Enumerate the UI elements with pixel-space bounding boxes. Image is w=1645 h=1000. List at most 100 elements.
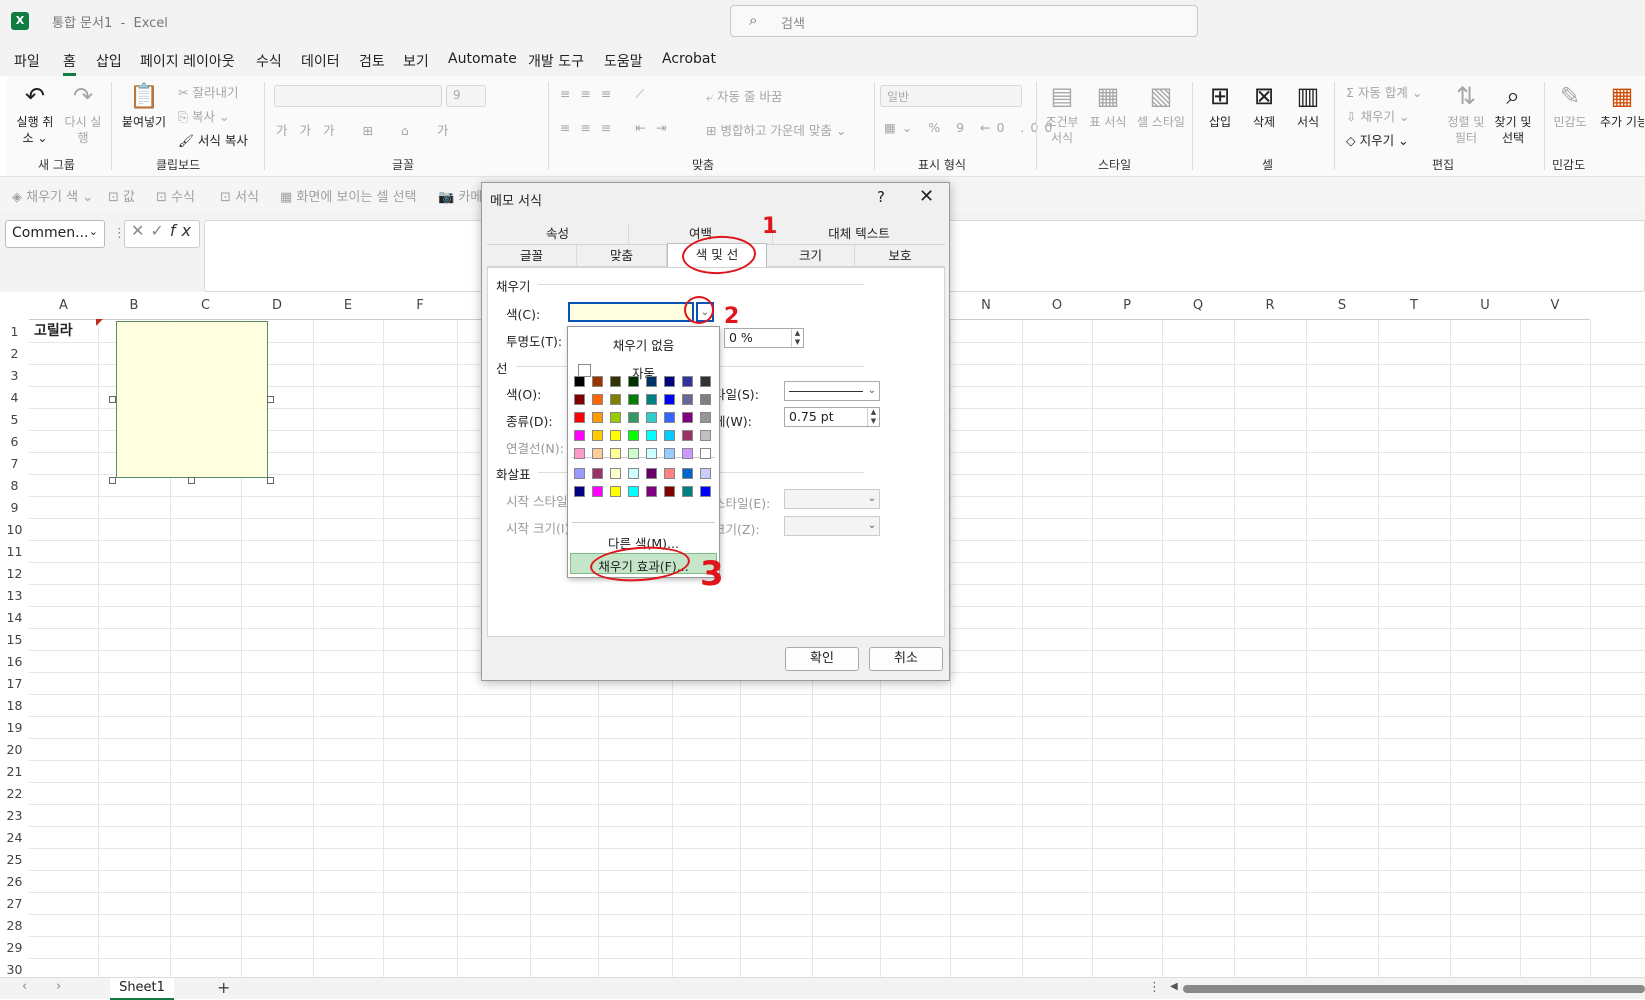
color-swatch[interactable] bbox=[574, 376, 585, 387]
color-swatch[interactable] bbox=[592, 486, 603, 497]
menu-tab-9[interactable]: 개발 도구 bbox=[528, 51, 584, 71]
color-swatch[interactable] bbox=[682, 486, 693, 497]
row-header[interactable]: 5 bbox=[0, 412, 29, 427]
sheet-tab[interactable]: Sheet1 bbox=[110, 978, 174, 1000]
close-button[interactable]: ✕ bbox=[919, 186, 934, 207]
color-swatch[interactable] bbox=[628, 468, 639, 479]
column-header[interactable]: Q bbox=[1162, 292, 1234, 320]
row-header[interactable]: 13 bbox=[0, 588, 29, 603]
color-swatch[interactable] bbox=[700, 486, 711, 497]
fill-button[interactable]: ⇩ 채우기 ⌄ bbox=[1346, 106, 1409, 125]
row-header[interactable]: 21 bbox=[0, 764, 29, 779]
row-header[interactable]: 16 bbox=[0, 654, 29, 669]
qat-paste-formatting[interactable]: ⊡ 서식 bbox=[220, 186, 259, 205]
row-header[interactable]: 2 bbox=[0, 346, 29, 361]
color-swatch[interactable] bbox=[628, 430, 639, 441]
delete-cells-button[interactable]: ⊠ 삭제 bbox=[1244, 82, 1284, 130]
color-swatch[interactable] bbox=[664, 448, 675, 459]
help-button[interactable]: ? bbox=[877, 188, 885, 206]
menu-tab-5[interactable]: 데이터 bbox=[301, 51, 340, 71]
row-header[interactable]: 22 bbox=[0, 786, 29, 801]
format-as-table-button[interactable]: ▦ 표 서식 bbox=[1086, 82, 1130, 130]
redo-button[interactable]: ↷ 다시 실행 bbox=[62, 82, 104, 146]
addins-button[interactable]: ▦ 추가 기능 bbox=[1600, 82, 1644, 130]
merge-center-button[interactable]: ⊞ 병합하고 가운데 맞춤 ⌄ bbox=[706, 120, 846, 139]
color-swatch[interactable] bbox=[700, 394, 711, 405]
row-header[interactable]: 19 bbox=[0, 720, 29, 735]
menu-tab-8[interactable]: Automate bbox=[448, 51, 517, 67]
column-header[interactable]: E bbox=[313, 292, 383, 320]
line-weight-input[interactable]: 0.75 pt ▲ ▼ bbox=[784, 407, 880, 427]
search-input[interactable]: ⌕ 검색 bbox=[730, 5, 1198, 37]
line-style-select[interactable]: ⌄ bbox=[784, 381, 880, 401]
color-swatch[interactable] bbox=[592, 468, 603, 479]
row-header[interactable]: 29 bbox=[0, 940, 29, 955]
spin-icon[interactable]: ▲ ▼ bbox=[791, 329, 803, 347]
row-header[interactable]: 10 bbox=[0, 522, 29, 537]
color-swatch[interactable] bbox=[700, 412, 711, 423]
row-header[interactable]: 8 bbox=[0, 478, 29, 493]
color-swatch[interactable] bbox=[700, 448, 711, 459]
color-swatch[interactable] bbox=[646, 430, 657, 441]
color-swatch[interactable] bbox=[682, 394, 693, 405]
column-header[interactable]: S bbox=[1306, 292, 1378, 320]
color-swatch[interactable] bbox=[574, 430, 585, 441]
tab-alignment[interactable]: 맞춤 bbox=[577, 245, 667, 267]
color-swatch[interactable] bbox=[646, 412, 657, 423]
row-header[interactable]: 24 bbox=[0, 830, 29, 845]
color-swatch[interactable] bbox=[610, 448, 621, 459]
column-header[interactable]: T bbox=[1378, 292, 1450, 320]
color-swatch[interactable] bbox=[610, 468, 621, 479]
resize-handle[interactable] bbox=[267, 396, 274, 403]
resize-handle[interactable] bbox=[267, 477, 274, 484]
row-header[interactable]: 11 bbox=[0, 544, 29, 559]
column-header[interactable]: D bbox=[241, 292, 313, 320]
tab-alt-text[interactable]: 대체 텍스트 bbox=[773, 223, 945, 245]
color-swatch[interactable] bbox=[646, 376, 657, 387]
row-header[interactable]: 6 bbox=[0, 434, 29, 449]
row-header[interactable]: 20 bbox=[0, 742, 29, 757]
row-header[interactable]: 1 bbox=[0, 324, 29, 339]
qat-fill-color[interactable]: ◈ 채우기 색 ⌄ bbox=[12, 186, 93, 205]
column-header[interactable]: O bbox=[1022, 292, 1092, 320]
conditional-format-button[interactable]: ▤ 조건부 서식 bbox=[1040, 82, 1084, 146]
copy-button[interactable]: ⎘ 복사 ⌄ bbox=[178, 106, 229, 125]
tab-properties[interactable]: 속성 bbox=[487, 223, 629, 245]
color-swatch[interactable] bbox=[628, 412, 639, 423]
color-swatch[interactable] bbox=[664, 486, 675, 497]
color-swatch[interactable] bbox=[628, 486, 639, 497]
menu-tab-7[interactable]: 보기 bbox=[403, 51, 429, 71]
row-header[interactable]: 18 bbox=[0, 698, 29, 713]
comment-box[interactable] bbox=[116, 321, 268, 478]
color-swatch[interactable] bbox=[610, 412, 621, 423]
row-header[interactable]: 7 bbox=[0, 456, 29, 471]
color-swatch[interactable] bbox=[592, 412, 603, 423]
menu-tab-11[interactable]: Acrobat bbox=[662, 51, 716, 67]
qat-select-visible-cells[interactable]: ▦ 화면에 보이는 셀 선택 bbox=[280, 186, 416, 205]
number-format-buttons[interactable]: ▦⌄ % 9 ←0 .00 bbox=[884, 120, 1058, 135]
column-header[interactable]: B bbox=[98, 292, 170, 320]
column-header[interactable]: R bbox=[1234, 292, 1306, 320]
resize-handle[interactable] bbox=[109, 477, 116, 484]
color-swatch[interactable] bbox=[682, 448, 693, 459]
color-swatch[interactable] bbox=[646, 394, 657, 405]
color-swatch[interactable] bbox=[664, 376, 675, 387]
find-select-button[interactable]: ⌕ 찾기 및 선택 bbox=[1490, 82, 1536, 146]
row-header[interactable]: 23 bbox=[0, 808, 29, 823]
enter-icon[interactable]: ✓ bbox=[150, 221, 169, 240]
sensitivity-button[interactable]: ✎ 민감도 bbox=[1548, 82, 1592, 130]
prev-sheet-icon[interactable]: ‹ bbox=[22, 979, 27, 994]
row-header[interactable]: 17 bbox=[0, 676, 29, 691]
color-swatch[interactable] bbox=[646, 468, 657, 479]
qat-camera[interactable]: 📷 카메 bbox=[438, 186, 482, 205]
resize-handle[interactable] bbox=[109, 396, 116, 403]
color-swatch[interactable] bbox=[700, 376, 711, 387]
end-size-select[interactable]: ⌄ bbox=[784, 516, 880, 536]
color-swatch[interactable] bbox=[700, 468, 711, 479]
color-swatch[interactable] bbox=[664, 394, 675, 405]
color-swatch[interactable] bbox=[646, 486, 657, 497]
paste-button[interactable]: 📋 붙여넣기 bbox=[118, 82, 170, 130]
row-header[interactable]: 14 bbox=[0, 610, 29, 625]
color-swatch[interactable] bbox=[592, 430, 603, 441]
row-header[interactable]: 27 bbox=[0, 896, 29, 911]
